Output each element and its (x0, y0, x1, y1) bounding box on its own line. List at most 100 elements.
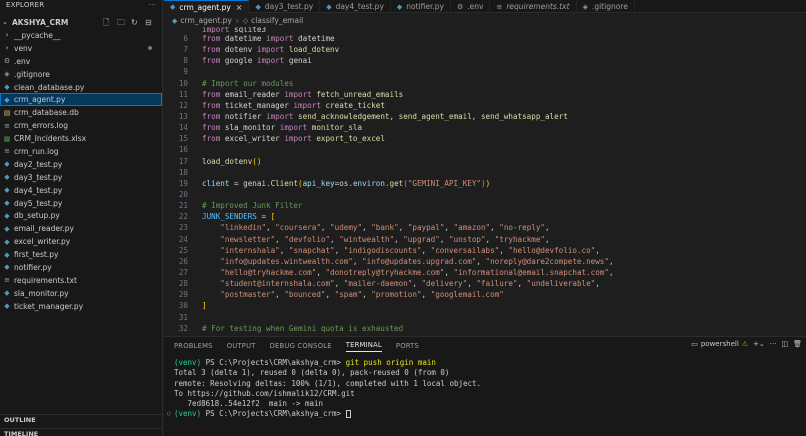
modified-dot-icon (148, 46, 152, 51)
log-file-icon: ≡ (4, 147, 10, 156)
new-file-icon[interactable]: 🗋 (103, 18, 112, 27)
project-name: AKSHYA_CRM (12, 17, 69, 27)
tree-item[interactable]: ▦ CRM_Incidents.xlsx (0, 132, 162, 145)
refresh-icon[interactable]: ↻ (131, 18, 140, 27)
gear-icon: ⚙ (3, 57, 11, 66)
more-actions-icon[interactable]: ··· (770, 340, 777, 348)
code-line: 6 from datetime import datetime (183, 34, 335, 43)
tab-debug-console[interactable]: DEBUG CONSOLE (270, 342, 332, 350)
trash-icon[interactable]: 🗑 (793, 340, 802, 348)
tab-terminal[interactable]: TERMINAL (345, 341, 382, 352)
tab-output[interactable]: OUTPUT (227, 342, 256, 350)
tree-item[interactable]: ≡ crm_errors.log (0, 119, 162, 132)
timeline-section[interactable]: TIMELINE (0, 428, 163, 436)
code-line: 10 # Import our modules (178, 78, 294, 88)
tree-item[interactable]: ≡ requirements.txt (0, 274, 162, 287)
project-root[interactable]: ⌄ AKSHYA_CRM 🗋 🗀 ↻ ⊟ (0, 15, 162, 29)
excel-file-icon: ▦ (3, 134, 11, 143)
tab-label: notifier.py (406, 2, 444, 11)
tree-item[interactable]: ◆ email_reader.py (0, 222, 162, 235)
terminal-shell-selector[interactable]: ▭ powershell ⚠ (691, 340, 748, 348)
code-line: 13 from notifier import send_acknowledgem… (178, 111, 568, 121)
tree-item[interactable]: ◆ excel_writer.py (0, 235, 162, 248)
text-file-icon: ≡ (4, 276, 10, 285)
tab-label: .gitignore (591, 2, 628, 11)
python-file-icon: ◆ (4, 95, 10, 104)
code-line: 9 (183, 67, 188, 77)
tab-requirements[interactable]: ≡ requirements.txt (490, 0, 577, 13)
tree-item[interactable]: › venv (0, 42, 162, 55)
tree-item[interactable]: ◆ db_setup.py (0, 209, 162, 222)
code-line: 8 from google import genai (183, 56, 312, 66)
tree-item[interactable]: ◆ notifier.py (0, 261, 162, 274)
tree-item-label: crm_agent.py (14, 95, 66, 105)
new-folder-icon[interactable]: 🗀 (117, 18, 126, 27)
python-file-icon: ◆ (4, 302, 10, 311)
tree-item-label: clean_database.py (14, 82, 85, 92)
terminal-output[interactable]: (venv) PS C:\Projects\CRM\akshya_crm> gi… (164, 355, 806, 420)
python-file-icon: ◆ (4, 160, 10, 169)
tree-item[interactable]: ◆ first_test.py (0, 248, 162, 261)
code-line: 20 (178, 189, 188, 199)
more-actions-icon[interactable]: ··· (149, 1, 156, 11)
python-file-icon: ◆ (4, 250, 10, 259)
collapse-all-icon[interactable]: ⊟ (145, 18, 154, 27)
tab-crm-agent[interactable]: ◆ crm_agent.py × (164, 0, 250, 13)
tree-item[interactable]: ▤ crm_database.db (0, 106, 162, 119)
new-terminal-icon[interactable]: +⌄ (753, 340, 765, 348)
explorer-title: EXPLORER (6, 1, 45, 9)
terminal-line: (venv) PS C:\Projects\CRM\akshya_crm> gi… (174, 358, 436, 367)
chevron-down-icon[interactable]: ⌄ (2, 18, 12, 26)
circle-icon: ○ (167, 410, 171, 418)
code-line: 15 from excel_writer import export_to_exc… (178, 134, 385, 144)
shell-label: powershell (700, 340, 739, 348)
panel-actions: ▭ powershell ⚠ +⌄ ··· ◫ 🗑 (691, 340, 802, 348)
code-line: 22 JUNK_SENDERS = [ (178, 212, 276, 222)
tab-env[interactable]: ⚙ .env (451, 0, 491, 13)
tree-item[interactable]: ◆ day2_test.py (0, 158, 162, 171)
function-symbol-icon: ◇ (242, 16, 249, 25)
breadcrumb-file[interactable]: crm_agent.py (180, 16, 231, 25)
breadcrumb-symbol[interactable]: classify_email (251, 16, 303, 25)
code-line: 14 from sla_monitor import monitor_sla (178, 123, 363, 133)
tree-item-label: ticket_manager.py (14, 301, 84, 311)
tree-item[interactable]: ◈ .gitignore (0, 68, 162, 81)
tree-item[interactable]: › __pycache__ (0, 29, 162, 42)
gear-icon: ⚙ (456, 2, 464, 11)
tree-item[interactable]: ◆ day5_test.py (0, 197, 162, 210)
python-file-icon: ◆ (4, 199, 10, 208)
tree-item[interactable]: ⚙ .env (0, 55, 162, 68)
terminal-line: To https://github.com/ishmalik12/CRM.git (174, 388, 355, 398)
tab-problems[interactable]: PROBLEMS (174, 342, 213, 350)
tab-day4-test[interactable]: ◆ day4_test.py (320, 0, 391, 13)
tab-day3-test[interactable]: ◆ day3_test.py (249, 0, 321, 13)
code-line: 28 "student@internshala.com", "mailer-da… (178, 279, 600, 289)
tree-item-selected[interactable]: ◆ crm_agent.py (0, 93, 162, 107)
terminal-line: remote: Resolving deltas: 100% (1/1), co… (174, 378, 482, 388)
python-file-icon: ◆ (326, 2, 332, 11)
tab-notifier[interactable]: ◆ notifier.py (391, 0, 451, 13)
tree-item[interactable]: ◆ ticket_manager.py (0, 300, 162, 313)
close-icon[interactable]: × (236, 3, 243, 12)
outline-section[interactable]: OUTLINE (0, 414, 163, 425)
tab-ports[interactable]: PORTS (396, 342, 419, 350)
tab-gitignore[interactable]: ◈ .gitignore (577, 0, 635, 13)
tree-item-label: day4_test.py (14, 185, 63, 195)
chevron-right-icon: › (5, 44, 9, 53)
python-file-icon: ◆ (4, 237, 10, 246)
tree-item[interactable]: ◆ day3_test.py (0, 171, 162, 184)
tree-item-label: db_setup.py (14, 211, 60, 221)
split-terminal-icon[interactable]: ◫ (781, 340, 788, 348)
code-line: 32 # For testing when Gemini quota is exh… (178, 323, 404, 333)
code-line: 27 "hello@tryhackme.com", "donotreply@tr… (178, 267, 614, 277)
code-line: 21 # Improved Junk Filter (178, 201, 303, 211)
tree-item[interactable]: ◆ day4_test.py (0, 184, 162, 197)
tree-item-label: email_reader.py (14, 224, 74, 234)
python-file-icon: ◆ (172, 16, 178, 25)
warning-icon: ⚠ (741, 340, 749, 348)
code-editor[interactable]: import sqlite3 6 from datetime import dat… (164, 27, 806, 335)
tree-item[interactable]: ≡ crm_run.log (0, 145, 162, 158)
tree-item[interactable]: ◆ sla_monitor.py (0, 287, 162, 300)
code-line: 25 "internshala", "snapchat", "indigodis… (178, 245, 600, 255)
tree-item[interactable]: ◆ clean_database.py (0, 81, 162, 94)
